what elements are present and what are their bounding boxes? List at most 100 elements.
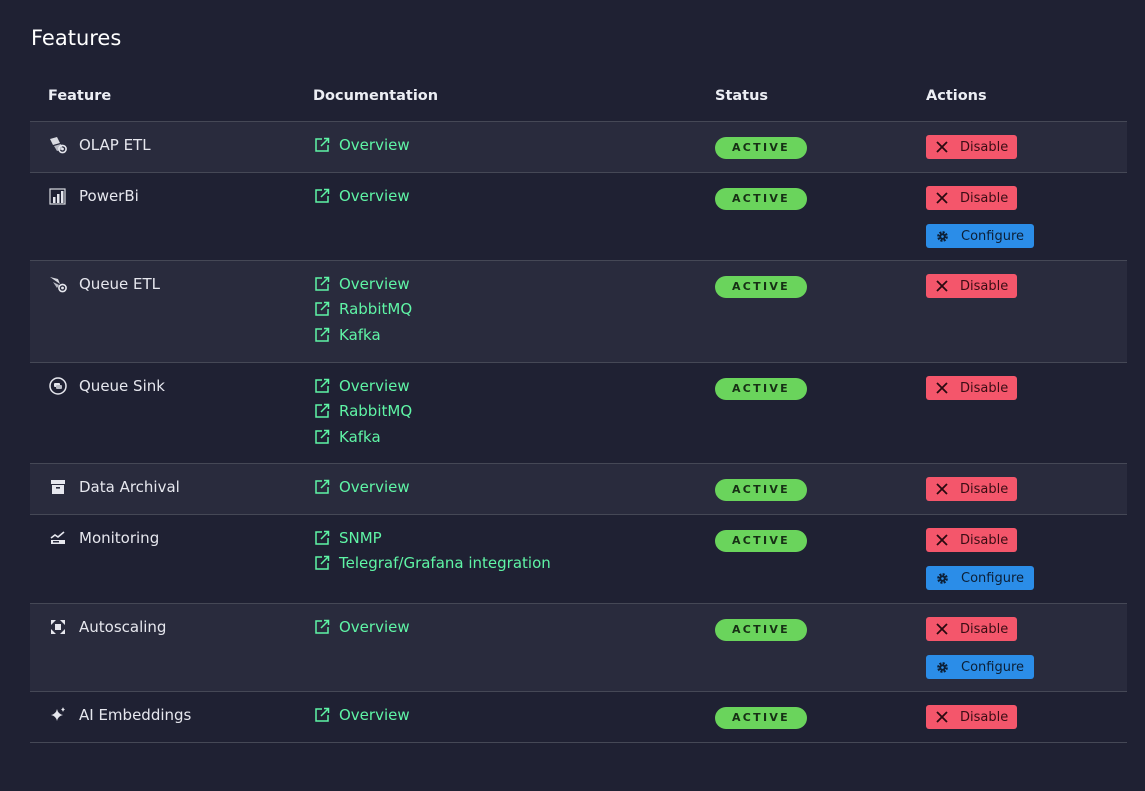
status-cell: ACTIVE — [715, 706, 807, 729]
disable-button-label: Disable — [960, 278, 1009, 294]
table-row: Data Archival Overview ACTIVE Disable — [30, 464, 1127, 515]
documentation-cell: Overview RabbitMQ Kafka — [314, 271, 412, 348]
external-link-icon — [315, 530, 330, 545]
configure-button-label: Configure — [961, 570, 1025, 586]
actions-cell: Disable — [926, 477, 1017, 515]
table-row: AI Embeddings Overview ACTIVE Disable — [30, 692, 1127, 743]
doc-link[interactable]: RabbitMQ — [314, 297, 412, 323]
doc-link[interactable]: RabbitMQ — [314, 399, 412, 425]
feature-cell: AI Embeddings — [48, 705, 191, 725]
header-status: Status — [715, 88, 769, 104]
status-badge: ACTIVE — [715, 479, 807, 501]
disable-button[interactable]: Disable — [926, 617, 1017, 641]
header-documentation: Documentation — [313, 88, 439, 104]
status-badge: ACTIVE — [715, 276, 807, 298]
features-table: Feature Documentation Status Actions OLA… — [30, 80, 1127, 743]
disable-button[interactable]: Disable — [926, 135, 1017, 159]
doc-link[interactable]: Overview — [314, 183, 410, 209]
actions-cell: Disable — [926, 705, 1017, 743]
doc-link[interactable]: Overview — [314, 373, 412, 399]
autoscaling-icon — [48, 617, 68, 637]
feature-cell: Monitoring — [48, 528, 159, 548]
feature-cell: Data Archival — [48, 477, 180, 497]
olap-etl-icon — [48, 135, 68, 155]
doc-link-label: Overview — [339, 274, 410, 293]
external-link-icon — [315, 479, 330, 494]
feature-cell: Queue Sink — [48, 376, 165, 396]
configure-button[interactable]: Configure — [926, 224, 1034, 248]
close-icon — [935, 139, 949, 155]
disable-button[interactable]: Disable — [926, 376, 1017, 400]
doc-link-label: RabbitMQ — [339, 402, 413, 421]
disable-button[interactable]: Disable — [926, 274, 1017, 298]
configure-button[interactable]: Configure — [926, 655, 1034, 679]
disable-button-label: Disable — [960, 139, 1009, 155]
disable-button-label: Disable — [960, 709, 1009, 725]
actions-cell: Disable — [926, 376, 1017, 414]
doc-link[interactable]: Overview — [314, 132, 410, 158]
status-badge: ACTIVE — [715, 137, 807, 159]
actions-cell: Disable — [926, 135, 1017, 173]
features-page: Features Feature Documentation Status Ac… — [0, 0, 1145, 791]
disable-button[interactable]: Disable — [926, 705, 1017, 729]
table-row: OLAP ETL Overview ACTIVE Disable — [30, 122, 1127, 173]
table-row: Queue Sink Overview RabbitMQ Kafka ACTIVE … — [30, 363, 1127, 464]
doc-link[interactable]: Overview — [314, 702, 410, 728]
doc-link[interactable]: SNMP — [314, 525, 551, 551]
gear-icon — [935, 570, 950, 586]
status-badge: ACTIVE — [715, 188, 807, 210]
doc-link[interactable]: Overview — [314, 474, 410, 500]
doc-link-label: Overview — [339, 705, 410, 724]
status-cell: ACTIVE — [715, 377, 807, 400]
feature-name: Autoscaling — [79, 618, 167, 636]
status-cell: ACTIVE — [715, 478, 807, 501]
status-badge: ACTIVE — [715, 378, 807, 400]
external-link-icon — [315, 276, 330, 291]
disable-button[interactable]: Disable — [926, 186, 1017, 210]
feature-name: Data Archival — [79, 478, 180, 496]
feature-name: Monitoring — [79, 529, 160, 547]
doc-link-label: RabbitMQ — [339, 300, 413, 319]
close-icon — [935, 190, 949, 206]
disable-button-label: Disable — [960, 621, 1009, 637]
disable-button[interactable]: Disable — [926, 528, 1017, 552]
doc-link[interactable]: Telegraf/Grafana integration — [314, 551, 551, 577]
doc-link-label: Kafka — [339, 325, 381, 344]
status-cell: ACTIVE — [715, 275, 807, 298]
external-link-icon — [315, 556, 330, 570]
disable-button-label: Disable — [960, 380, 1009, 396]
doc-link[interactable]: Kafka — [314, 322, 412, 348]
doc-link-label: Overview — [339, 376, 410, 395]
actions-cell: Disable Configure — [926, 528, 1034, 604]
documentation-cell: SNMP Telegraf/Grafana integration — [314, 525, 551, 576]
actions-cell: Disable — [926, 274, 1017, 312]
external-link-icon — [315, 188, 330, 203]
doc-link[interactable]: Overview — [314, 614, 410, 640]
close-icon — [935, 278, 949, 294]
doc-link[interactable]: Kafka — [314, 424, 412, 450]
disable-button-label: Disable — [960, 532, 1009, 548]
monitoring-icon — [48, 528, 68, 548]
documentation-cell: Overview — [314, 183, 410, 209]
status-cell: ACTIVE — [715, 136, 807, 159]
disable-button[interactable]: Disable — [926, 477, 1017, 501]
status-cell: ACTIVE — [715, 187, 807, 210]
ai-sparkle-icon — [48, 705, 68, 725]
table-row: Monitoring SNMP Telegraf/Grafana integrat… — [30, 515, 1127, 604]
external-link-icon — [315, 707, 330, 722]
disable-button-label: Disable — [960, 190, 1009, 206]
doc-link-label: Overview — [339, 135, 410, 154]
status-cell: ACTIVE — [715, 529, 807, 552]
external-link-icon — [315, 137, 330, 152]
table-row: PowerBi Overview ACTIVE Disable Configure — [30, 173, 1127, 261]
status-cell: ACTIVE — [715, 618, 807, 641]
doc-link[interactable]: Overview — [314, 271, 412, 297]
close-icon — [935, 709, 949, 725]
configure-button[interactable]: Configure — [926, 566, 1034, 590]
table-row: Queue ETL Overview RabbitMQ Kafka ACTIVE D… — [30, 261, 1127, 363]
feature-cell: PowerBi — [48, 186, 139, 206]
header-actions: Actions — [926, 88, 987, 104]
table-row: Autoscaling Overview ACTIVE Disable Confi… — [30, 604, 1127, 692]
documentation-cell: Overview — [314, 614, 410, 640]
queue-sink-icon — [48, 376, 68, 396]
